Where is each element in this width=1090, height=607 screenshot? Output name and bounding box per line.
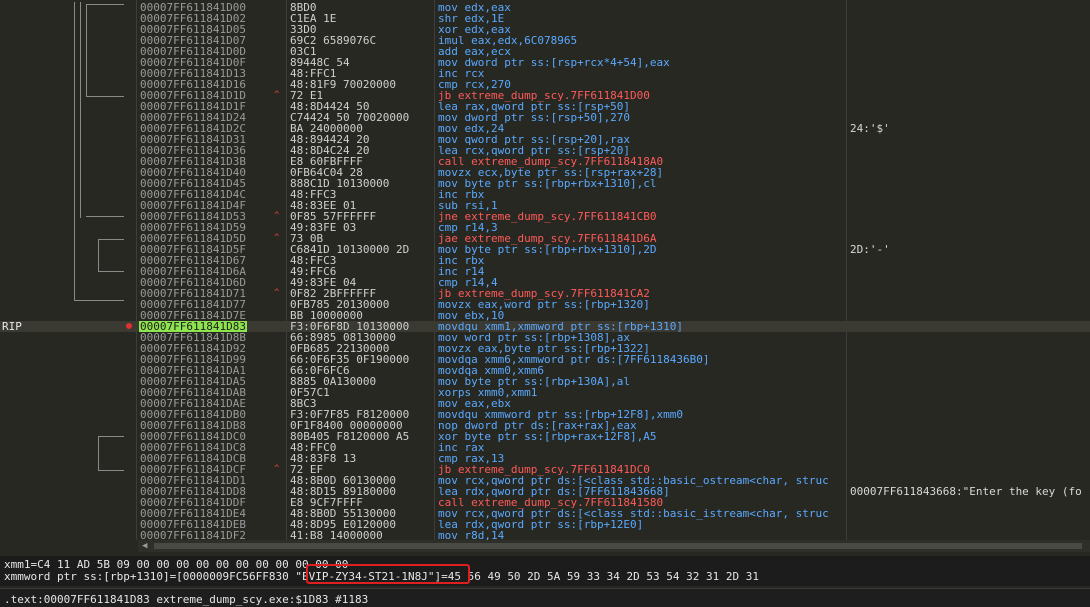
row-instruction: mov r8d,14 <box>438 529 505 540</box>
jump-indicator-icon: ^ <box>274 233 280 243</box>
rip-label: RIP <box>2 320 22 333</box>
info-panel: xmm1=C4 11 AD 5B 09 00 00 00 00 00 00 00… <box>0 556 1090 586</box>
row-comment: 00007FF611843668:"Enter the key (fo <box>850 485 1082 498</box>
jump-indicator-icon: ^ <box>274 288 280 298</box>
disassembly-view[interactable]: 00007FF611841D00 8BD0 mov edx,eax 00007FF61… <box>0 0 1090 540</box>
jump-indicator-icon: ^ <box>274 90 280 100</box>
horizontal-scrollbar[interactable]: ◀ <box>138 540 1090 552</box>
scroll-left-icon[interactable]: ◀ <box>142 540 147 552</box>
status-bar: .text:00007FF611841D83 extreme_dump_scy.… <box>0 588 1090 607</box>
scrollbar-thumb[interactable] <box>154 543 1082 549</box>
row-address: 00007FF611841DF2 <box>140 529 246 540</box>
status-text: .text:00007FF611841D83 extreme_dump_scy.… <box>4 593 369 606</box>
table-row[interactable]: 00007FF611841DF2 41:B8 14000000 mov r8d,14 <box>0 530 1090 540</box>
jump-indicator-icon: ^ <box>274 464 280 474</box>
row-comment: 24:'$' <box>850 122 890 135</box>
breakpoint-icon[interactable] <box>126 323 132 329</box>
jump-indicator-icon: ^ <box>274 211 280 221</box>
row-comment: 2D:'-' <box>850 243 890 256</box>
key-string-highlight <box>306 564 470 584</box>
row-bytes: 41:B8 14000000 <box>290 529 383 540</box>
